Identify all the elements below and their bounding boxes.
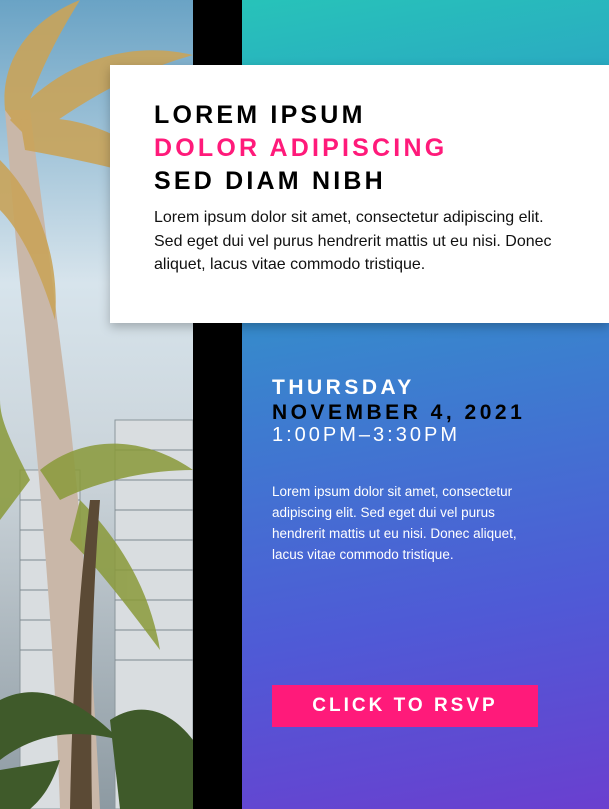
event-day: THURSDAY xyxy=(272,376,415,399)
rsvp-button[interactable]: CLICK TO RSVP xyxy=(272,685,538,727)
headline-body-text: Lorem ipsum dolor sit amet, consectetur … xyxy=(154,209,552,273)
flyer: LOREM IPSUM DOLOR ADIPISCING SED DIAM NI… xyxy=(0,0,609,809)
headline-line-1: LOREM IPSUM xyxy=(154,101,366,129)
headline-line-2-accent: DOLOR ADIPISCING xyxy=(154,134,448,162)
event-time: 1:00PM–3:30PM xyxy=(272,424,460,446)
headline-line-3: SED DIAM NIBH xyxy=(154,167,386,195)
event-description: Lorem ipsum dolor sit amet, consectetur … xyxy=(272,484,517,562)
event-date: NOVEMBER 4, 2021 xyxy=(272,401,526,424)
